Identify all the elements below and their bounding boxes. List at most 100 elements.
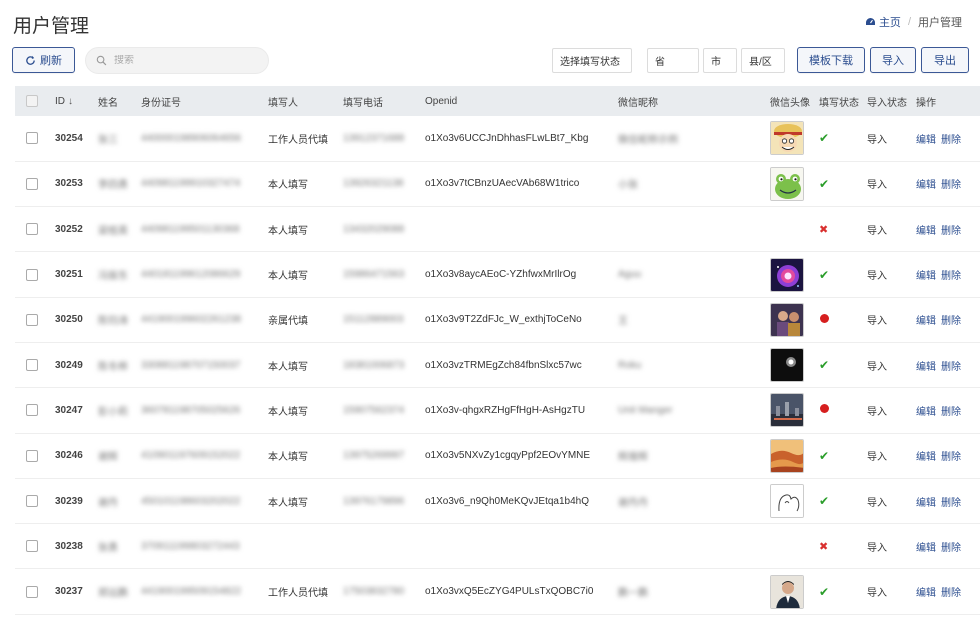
row-checkbox[interactable] [26,132,38,145]
edit-link[interactable]: 编辑 [916,452,936,463]
cell-openid: o1Xo3vzTRMEgZch84fbnSlxc57wc [425,359,582,371]
county-select[interactable]: 县/区 [741,48,785,73]
column-header-id[interactable]: ID ↓ [55,86,98,116]
cell-import-status: 导入 [867,542,887,554]
cell-idno: 441900199602261238 [141,314,242,326]
column-header: 身份证号 [141,97,181,109]
cell-fill-status: ✔ [819,116,867,161]
row-checkbox[interactable] [26,449,38,462]
delete-link[interactable]: 删除 [941,271,961,282]
cell-name: 郑远鹏 [98,588,128,600]
select-all-checkbox[interactable] [26,95,38,107]
check-icon: ✔ [819,584,830,599]
table-row: 30254 张三 440000198906064656 工作人员代填 139123716… [15,116,980,162]
column-header: 填写状态 [819,97,859,109]
delete-link[interactable]: 删除 [941,588,961,599]
cell-idno: 440181199612086629 [141,269,241,281]
cell-nickname: 微信昵称示例 [618,134,678,146]
avatar [770,302,804,337]
import-button[interactable]: 导入 [870,47,916,73]
cell-idno: 370911199803272443 [141,540,240,552]
column-header: 填写电话 [343,97,383,109]
edit-link[interactable]: 编辑 [916,543,936,554]
row-checkbox[interactable] [26,359,38,372]
refresh-icon [26,55,35,65]
search-box[interactable] [85,47,269,74]
sort-down-icon[interactable]: ↓ [68,96,73,107]
province-select[interactable]: 省 [647,48,699,73]
breadcrumb: 主页 / 用户管理 [865,14,962,30]
cell-idno: 440981199910327474 [141,178,241,190]
row-checkbox[interactable] [26,540,38,553]
table-row: 30250 陈钧涛 441900199602261238 亲属代填 1511288900… [15,297,980,343]
cell-id: 30239 [55,495,83,507]
pending-dot-icon [820,313,829,323]
search-input[interactable] [114,55,254,66]
delete-link[interactable]: 删除 [941,362,961,373]
cell-nickname [618,207,770,252]
column-header: 操作 [916,97,936,109]
delete-link[interactable]: 删除 [941,180,961,191]
cell-openid: o1Xo3v5NXvZy1cgqyPpf2EOvYMNE [425,450,591,462]
fill-status-select[interactable]: 选择填写状态 [552,48,632,73]
row-checkbox[interactable] [26,313,38,326]
cell-phone: 13926321138 [343,178,404,190]
cell-idno: 450101198603202022 [141,495,241,507]
cell-openid: o1Xo3v-qhgxRZHgFfHgH-AsHgzTU [425,404,586,416]
cell-nickname: Roku [618,359,642,371]
row-checkbox[interactable] [26,585,38,598]
cell-name: 张三 [98,134,118,146]
row-checkbox[interactable] [26,495,38,508]
cell-openid: o1Xo3v6UCCJnDhhasFLwLBt7_Kbg [425,132,589,144]
edit-link[interactable]: 编辑 [916,271,936,282]
cell-openid: o1Xo3v8aycAEoC-YZhfwxMrIlrOg [425,269,577,281]
row-checkbox[interactable] [26,268,38,281]
check-icon: ✔ [819,176,830,191]
edit-link[interactable]: 编辑 [916,498,936,509]
breadcrumb-home-link[interactable]: 主页 [865,14,901,30]
cell-fill-status: ✔ [819,478,867,523]
dashboard-icon [865,18,875,25]
cell-nickname: 王 [618,316,628,328]
avatar [770,574,804,609]
template-download-button[interactable]: 模板下载 [797,47,865,73]
cell-name: 梁桂英 [98,225,128,237]
table-row: 30237 郑远鹏 441900199509154822 工作人员代填 17503832… [15,569,980,615]
cell-filler: 本人填写 [268,271,308,283]
delete-link[interactable]: 删除 [941,407,961,418]
export-button[interactable]: 导出 [921,47,969,73]
delete-link[interactable]: 删除 [941,498,961,509]
edit-link[interactable]: 编辑 [916,588,936,599]
refresh-button[interactable]: 刷新 [12,47,75,73]
edit-link[interactable]: 编辑 [916,316,936,327]
table-header-row: ID ↓ 姓名 身份证号 填写人 填写电话 Openid 微信昵称 微信头像 填写… [15,86,980,116]
table-row: 30247 彭小莉 360781198705025626 本人填写 1590756237… [15,388,980,434]
edit-link[interactable]: 编辑 [916,180,936,191]
cell-name: 谢丹 [98,497,118,509]
row-checkbox[interactable] [26,223,38,236]
delete-link[interactable]: 删除 [941,226,961,237]
cell-filler: 本人填写 [268,361,308,373]
row-checkbox[interactable] [26,177,38,190]
breadcrumb-home-label[interactable]: 主页 [879,14,901,30]
delete-link[interactable]: 删除 [941,543,961,554]
edit-link[interactable]: 编辑 [916,135,936,146]
delete-link[interactable]: 删除 [941,135,961,146]
cell-id: 30249 [55,359,83,371]
delete-link[interactable]: 删除 [941,452,961,463]
check-icon: ✔ [819,358,830,373]
cross-icon: ✖ [819,223,829,236]
cell-idno: 440981199501130368 [141,223,240,235]
edit-link[interactable]: 编辑 [916,407,936,418]
edit-link[interactable]: 编辑 [916,226,936,237]
cell-id: 30237 [55,586,83,598]
cell-fill-status: ✔ [819,252,867,297]
row-checkbox[interactable] [26,404,38,417]
edit-link[interactable]: 编辑 [916,362,936,373]
check-icon: ✔ [819,267,830,282]
column-header: 填写人 [268,97,298,109]
cell-id: 30251 [55,269,83,281]
city-select[interactable]: 市 [703,48,737,73]
cell-name: 陈冬桦 [98,361,128,373]
delete-link[interactable]: 删除 [941,316,961,327]
